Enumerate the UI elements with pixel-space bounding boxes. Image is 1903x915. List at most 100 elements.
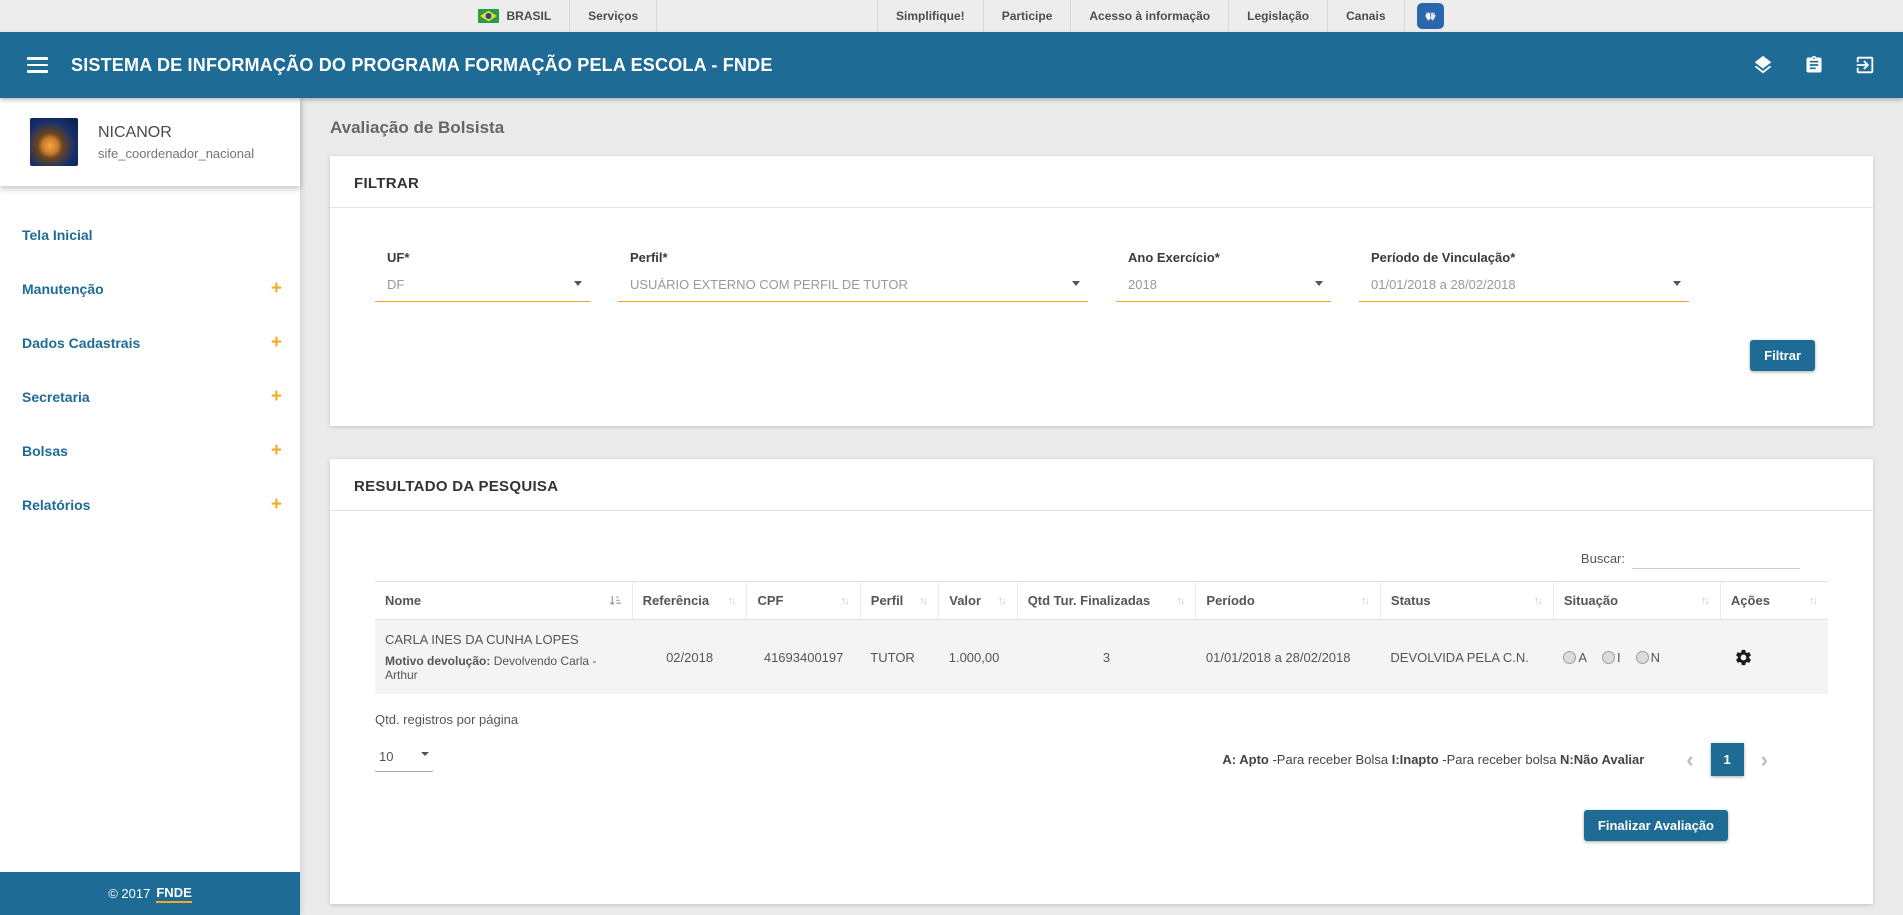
field-uf: UF* DF <box>375 250 590 302</box>
column-header-status[interactable]: Status ↑↓ <box>1380 581 1554 620</box>
govbar-servicos[interactable]: Serviços <box>569 0 658 32</box>
sidebar-item-dados-cadastrais[interactable]: Dados Cadastrais + <box>0 316 300 370</box>
cell-referencia: 02/2018 <box>632 619 747 694</box>
row-actions-button[interactable] <box>1730 648 1753 667</box>
column-header-nome[interactable]: Nome <box>375 581 633 620</box>
periodo-value: 01/01/2018 a 28/02/2018 <box>1371 277 1516 292</box>
results-table: Nome Referência ↑↓ CPF ↑↓ Perfil ↑↓ Valor ↑↓… <box>375 581 1828 694</box>
plus-icon: + <box>270 386 282 407</box>
cell-cpf: 41693400197 <box>746 619 861 694</box>
column-header-valor[interactable]: Valor ↑↓ <box>938 581 1018 620</box>
avatar <box>30 118 78 166</box>
brasil-label: BRASIL <box>506 9 552 23</box>
search-label: Buscar: <box>1580 551 1625 566</box>
situacao-radio-nao-avaliar[interactable] <box>1635 650 1649 664</box>
periodo-vinculacao-select[interactable]: 01/01/2018 a 28/02/2018 <box>1359 275 1689 302</box>
cell-acoes <box>1720 619 1828 694</box>
plus-icon: + <box>270 278 282 299</box>
plus-icon: + <box>270 332 282 353</box>
uf-select[interactable]: DF <box>375 275 590 302</box>
govbar-brasil[interactable]: BRASIL <box>460 0 570 32</box>
fnde-link[interactable]: FNDE <box>156 885 192 903</box>
sort-icon: ↑↓ <box>997 594 1007 607</box>
next-page-icon[interactable]: › <box>1761 748 1768 771</box>
sidebar-item-secretaria[interactable]: Secretaria + <box>0 370 300 424</box>
sidebar: NICANOR sife_coordenador_nacional Tela I… <box>0 98 300 915</box>
column-header-qtd-turmas[interactable]: Qtd Tur. Finalizadas ↑↓ <box>1017 581 1197 620</box>
search-input[interactable] <box>1632 549 1800 569</box>
brazil-flag-icon <box>477 9 499 23</box>
field-perfil: Perfil* USUÁRIO EXTERNO COM PERFIL DE TU… <box>618 250 1088 302</box>
sidebar-item-label: Tela Inicial <box>22 227 93 243</box>
ano-exercicio-select[interactable]: 2018 <box>1116 275 1331 302</box>
plus-icon: + <box>270 494 282 515</box>
column-header-acoes[interactable]: Ações ↑↓ <box>1720 581 1828 620</box>
situacao-radio-inapto[interactable] <box>1602 650 1615 664</box>
situacao-radio-apto[interactable] <box>1563 650 1577 664</box>
vlibras-hands-icon <box>1422 8 1439 25</box>
field-perfil-label: Perfil* <box>630 250 668 265</box>
sort-icon: ↑↓ <box>1809 594 1818 607</box>
sidebar-item-label: Secretaria <box>22 389 90 405</box>
sort-icon: ↑↓ <box>919 594 928 607</box>
per-page-label: Qtd. registros por página <box>375 712 519 727</box>
app-title: SISTEMA DE INFORMAÇÃO DO PROGRAMA FORMAÇ… <box>71 54 773 75</box>
filtrar-button[interactable]: Filtrar <box>1750 340 1815 371</box>
table-header-row: Nome Referência ↑↓ CPF ↑↓ Perfil ↑↓ Valor ↑↓… <box>375 581 1828 620</box>
app-header: SISTEMA DE INFORMAÇÃO DO PROGRAMA FORMAÇ… <box>0 32 1903 98</box>
sidebar-item-relatorios[interactable]: Relatórios + <box>0 478 300 532</box>
sidebar-item-manutencao[interactable]: Manutenção + <box>0 262 300 316</box>
govbar-spacer <box>657 0 877 32</box>
filter-panel: FILTRAR UF* DF Perfil* USUÁRIO EXTERNO C… <box>330 156 1873 426</box>
menu-icon[interactable] <box>27 57 48 73</box>
sidebar-item-bolsas[interactable]: Bolsas + <box>0 424 300 478</box>
ano-value: 2018 <box>1128 277 1157 292</box>
uf-value: DF <box>387 277 405 292</box>
caret-down-icon <box>574 281 582 286</box>
govbar-canais[interactable]: Canais <box>1327 0 1405 32</box>
field-periodo-label: Período de Vinculação* <box>1371 250 1516 265</box>
sidebar-item-label: Dados Cadastrais <box>22 335 141 351</box>
field-ano-label: Ano Exercício* <box>1128 250 1220 265</box>
sort-active-icon <box>609 594 622 607</box>
user-name: NICANOR <box>98 123 172 141</box>
sidebar-item-tela-inicial[interactable]: Tela Inicial <box>0 208 300 262</box>
govbar-acesso-informacao[interactable]: Acesso à informação <box>1070 0 1228 32</box>
caret-down-icon <box>1673 281 1681 286</box>
sort-icon: ↑↓ <box>727 594 736 607</box>
govbar-legislacao[interactable]: Legislação <box>1228 0 1327 32</box>
sort-icon: ↑↓ <box>1360 594 1370 607</box>
previous-page-icon[interactable]: ‹ <box>1686 748 1693 771</box>
govbar-simplifique[interactable]: Simplifique! <box>877 0 983 32</box>
layers-icon[interactable] <box>1752 54 1774 76</box>
sort-icon: ↑↓ <box>1533 594 1543 607</box>
page-title: Avaliação de Bolsista <box>330 118 505 137</box>
user-card: NICANOR sife_coordenador_nacional <box>0 98 300 186</box>
vlibras-button[interactable] <box>1416 3 1444 29</box>
clipboard-icon[interactable] <box>1804 54 1824 76</box>
column-header-cpf[interactable]: CPF ↑↓ <box>746 581 861 620</box>
user-role: sife_coordenador_nacional <box>98 145 255 161</box>
sort-icon: ↑↓ <box>1176 594 1185 607</box>
column-header-referencia[interactable]: Referência ↑↓ <box>632 581 748 620</box>
bolsista-nome: CARLA INES DA CUNHA LOPES <box>385 632 579 647</box>
per-page-select[interactable]: 10 <box>375 747 433 772</box>
main-content: Avaliação de Bolsista FILTRAR UF* DF Per… <box>300 98 1903 915</box>
finalizar-avaliacao-button[interactable]: Finalizar Avaliação <box>1583 810 1728 841</box>
caret-down-icon <box>421 752 429 756</box>
field-ano-exercicio: Ano Exercício* 2018 <box>1116 250 1331 302</box>
column-header-periodo[interactable]: Período ↑↓ <box>1195 581 1381 620</box>
column-header-perfil[interactable]: Perfil ↑↓ <box>860 581 940 620</box>
govbar-participe[interactable]: Participe <box>982 0 1071 32</box>
sidebar-item-label: Manutenção <box>22 281 104 297</box>
cell-periodo: 01/01/2018 a 28/02/2018 <box>1195 619 1381 694</box>
situacao-label-a: A <box>1578 649 1587 665</box>
column-header-situacao[interactable]: Situação ↑↓ <box>1553 581 1721 620</box>
field-uf-label: UF* <box>387 250 410 265</box>
sidebar-nav: Tela Inicial Manutenção + Dados Cadastra… <box>0 186 300 532</box>
logout-icon[interactable] <box>1854 54 1876 76</box>
page-1-button[interactable]: 1 <box>1710 743 1744 776</box>
filter-panel-title: FILTRAR <box>330 156 1873 208</box>
per-page-value: 10 <box>379 749 394 764</box>
perfil-select[interactable]: USUÁRIO EXTERNO COM PERFIL DE TUTOR <box>618 275 1088 302</box>
